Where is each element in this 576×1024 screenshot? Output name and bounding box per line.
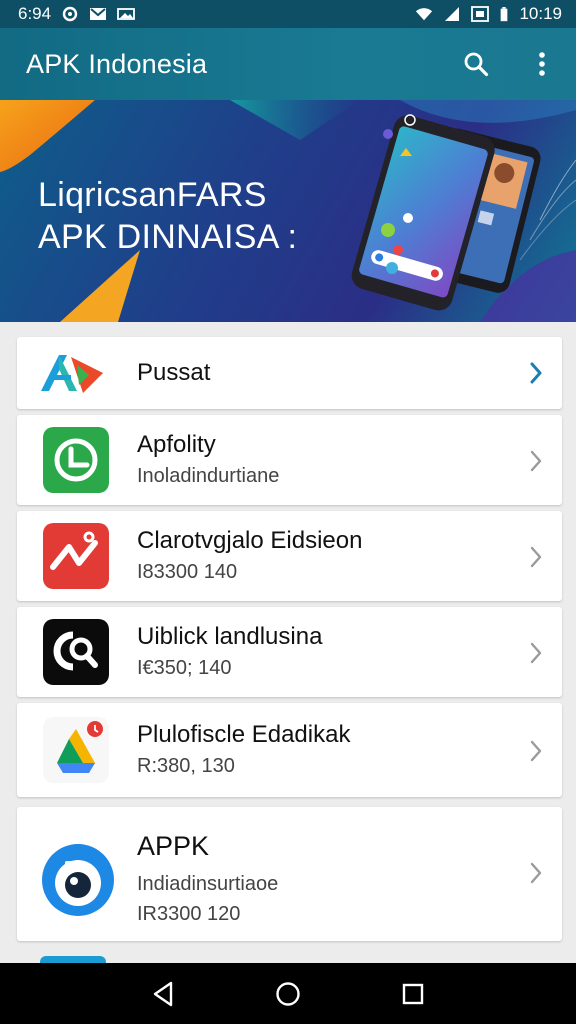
photo-icon — [471, 6, 490, 22]
list-item-title: Clarotvgjalo Eidsieon — [137, 527, 363, 554]
list-item-apfolity[interactable]: Apfolity Inoladindurtiane — [17, 415, 562, 505]
list-item-title: Apfolity — [137, 431, 216, 458]
green-chat-app-icon — [43, 427, 109, 493]
sync-icon — [62, 6, 78, 22]
list-item-subtitle: I83300 140 — [137, 561, 238, 583]
search-icon — [464, 52, 489, 77]
home-icon — [276, 981, 300, 1006]
home-button[interactable] — [273, 979, 303, 1009]
list-item-title: Plulofiscle Edadikak — [137, 721, 351, 748]
chevron-right-icon — [530, 862, 542, 884]
red-chart-app-icon — [43, 523, 109, 589]
list-item-plulofiscle[interactable]: Plulofiscle Edadikak R:380, 130 — [17, 703, 562, 797]
chevron-right-icon — [530, 362, 542, 384]
chevron-right-icon — [530, 546, 542, 568]
banner-line-1: LiqricsanFARS — [38, 176, 267, 214]
wifi-icon — [416, 8, 433, 21]
promo-banner[interactable]: LiqricsanFARS APK DINNAISA : — [0, 100, 576, 322]
status-time-right: 10:19 — [519, 4, 562, 23]
black-search-app-icon — [43, 619, 109, 685]
chevron-right-icon — [530, 740, 542, 762]
system-nav-bar — [0, 963, 576, 1024]
chevron-right-icon — [530, 450, 542, 472]
list-item-title: Pussat — [137, 359, 211, 386]
app-title: APK Indonesia — [26, 48, 208, 79]
list-item-title: Uiblick landlusina — [137, 623, 323, 650]
banner-line-2: APK DINNAISA : — [38, 218, 298, 256]
more-vert-icon — [539, 52, 545, 76]
more-options-button[interactable] — [528, 50, 556, 78]
status-time-left: 6:94 — [18, 4, 52, 23]
image-icon — [117, 8, 135, 20]
list-item-uiblick[interactable]: Uiblick landlusina I€350; 140 — [17, 607, 562, 697]
list-item-subtitle: I€350; 140 — [137, 657, 232, 679]
list-item-subtitle: Inoladindurtiane — [137, 465, 280, 487]
list-item-appk[interactable]: APPK Indiadinsurtiaoe IR3300 120 — [17, 807, 562, 941]
drive-app-icon — [43, 717, 109, 783]
gmail-icon — [90, 8, 107, 20]
list-item-clarotvgjalo[interactable]: Clarotvgjalo Eidsieon I83300 140 — [17, 511, 562, 601]
recents-button[interactable] — [398, 979, 428, 1009]
apk-logo-icon — [41, 355, 103, 393]
list-item-subtitle: Indiadinsurtiaoe — [137, 873, 279, 895]
battery-icon — [501, 6, 508, 21]
list-item-title: APPK — [137, 831, 210, 861]
status-bar: 6:94 10:19 — [0, 0, 576, 28]
list-item-pussat[interactable]: Pussat — [17, 337, 562, 409]
chevron-right-icon — [530, 642, 542, 664]
list-item-subtitle-2: IR3300 120 — [137, 903, 241, 925]
back-icon — [153, 981, 172, 1006]
list-item-subtitle: R:380, 130 — [137, 755, 235, 777]
back-button[interactable] — [148, 979, 178, 1009]
signal-icon — [445, 7, 460, 21]
search-button[interactable] — [462, 50, 490, 78]
blue-camera-app-icon — [42, 844, 114, 916]
app-bar: APK Indonesia — [0, 28, 576, 100]
recents-icon — [403, 983, 424, 1004]
